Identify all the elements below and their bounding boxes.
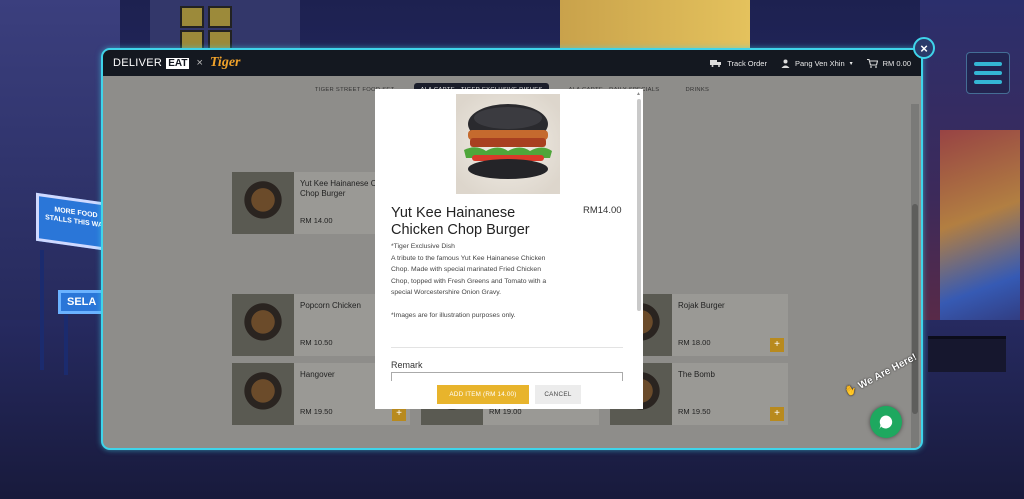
background-bench <box>928 336 1006 372</box>
description-line: A tribute to the famous Yut Kee Hainanes… <box>391 254 547 297</box>
background-building <box>560 0 750 55</box>
truck-icon <box>710 60 722 67</box>
chat-button[interactable] <box>870 406 902 438</box>
add-to-cart-button[interactable]: + <box>770 338 784 352</box>
add-to-cart-button[interactable]: + <box>770 407 784 421</box>
dialog-scrollbar[interactable]: ▲ <box>636 91 642 407</box>
menu-item-price: RM 18.00 <box>678 338 711 347</box>
track-order-label: Track Order <box>727 58 767 68</box>
menu-item-name: Rojak Burger <box>678 301 725 310</box>
brand-deliver: DELIVER <box>113 57 163 69</box>
brand-eat: EAT <box>166 57 190 69</box>
menu-item-name: The Bomb <box>678 370 715 379</box>
item-detail-dialog: Yut Kee Hainanese Chicken Chop Burger RM… <box>375 89 643 409</box>
dialog-item-price: RM14.00 <box>583 205 622 216</box>
food-image <box>232 363 294 425</box>
tab-drinks[interactable]: DRINKS <box>679 83 715 97</box>
page-scrollbar[interactable] <box>911 104 919 448</box>
food-image <box>232 294 294 356</box>
menu-item-price: RM 19.50 <box>300 407 333 416</box>
chevron-down-icon: ▾ <box>849 60 853 67</box>
cart-total: RM 0.00 <box>882 58 911 68</box>
user-name: Pang Ven Xhin <box>794 58 845 68</box>
close-icon: × <box>920 40 928 56</box>
menu-item-price: RM 14.00 <box>300 216 333 225</box>
add-item-button[interactable]: ADD ITEM (RM 14.00) <box>437 385 529 404</box>
chat-bubble-icon <box>879 415 893 429</box>
close-store-button[interactable]: × <box>913 37 935 59</box>
brand-tiger: Tiger <box>209 55 241 70</box>
menu-item-price: RM 10.50 <box>300 338 333 347</box>
cancel-button[interactable]: CANCEL <box>535 385 581 404</box>
user-menu[interactable]: Pang Ven Xhin ▾ <box>781 59 853 68</box>
user-icon <box>781 59 790 68</box>
dialog-item-title: Yut Kee Hainanese Chicken Chop Burger <box>391 205 530 238</box>
top-bar: DELIVER EAT × Tiger Track Order Pang Ven … <box>103 50 921 76</box>
divider <box>391 347 623 348</box>
description-line: *Tiger Exclusive Dish <box>391 243 455 250</box>
brand-x: × <box>196 57 203 69</box>
add-to-cart-button[interactable]: + <box>392 407 406 421</box>
remark-label: Remark <box>391 360 423 370</box>
brand-logo: DELIVER EAT × Tiger <box>113 55 240 71</box>
hamburger-menu-icon[interactable] <box>966 52 1010 94</box>
track-order-link[interactable]: Track Order <box>710 59 767 68</box>
burger-image <box>456 94 560 194</box>
cart-icon <box>866 58 878 68</box>
menu-item-price: RM 19.50 <box>678 407 711 416</box>
background-sign: MORE FOOD STALLS THIS WAY <box>36 192 110 252</box>
food-image <box>232 172 294 234</box>
cart-button[interactable]: RM 0.00 <box>866 58 911 68</box>
dialog-item-description: *Tiger Exclusive Dish A tribute to the f… <box>391 241 551 322</box>
description-line: *Images are for illustration purposes on… <box>391 312 516 319</box>
